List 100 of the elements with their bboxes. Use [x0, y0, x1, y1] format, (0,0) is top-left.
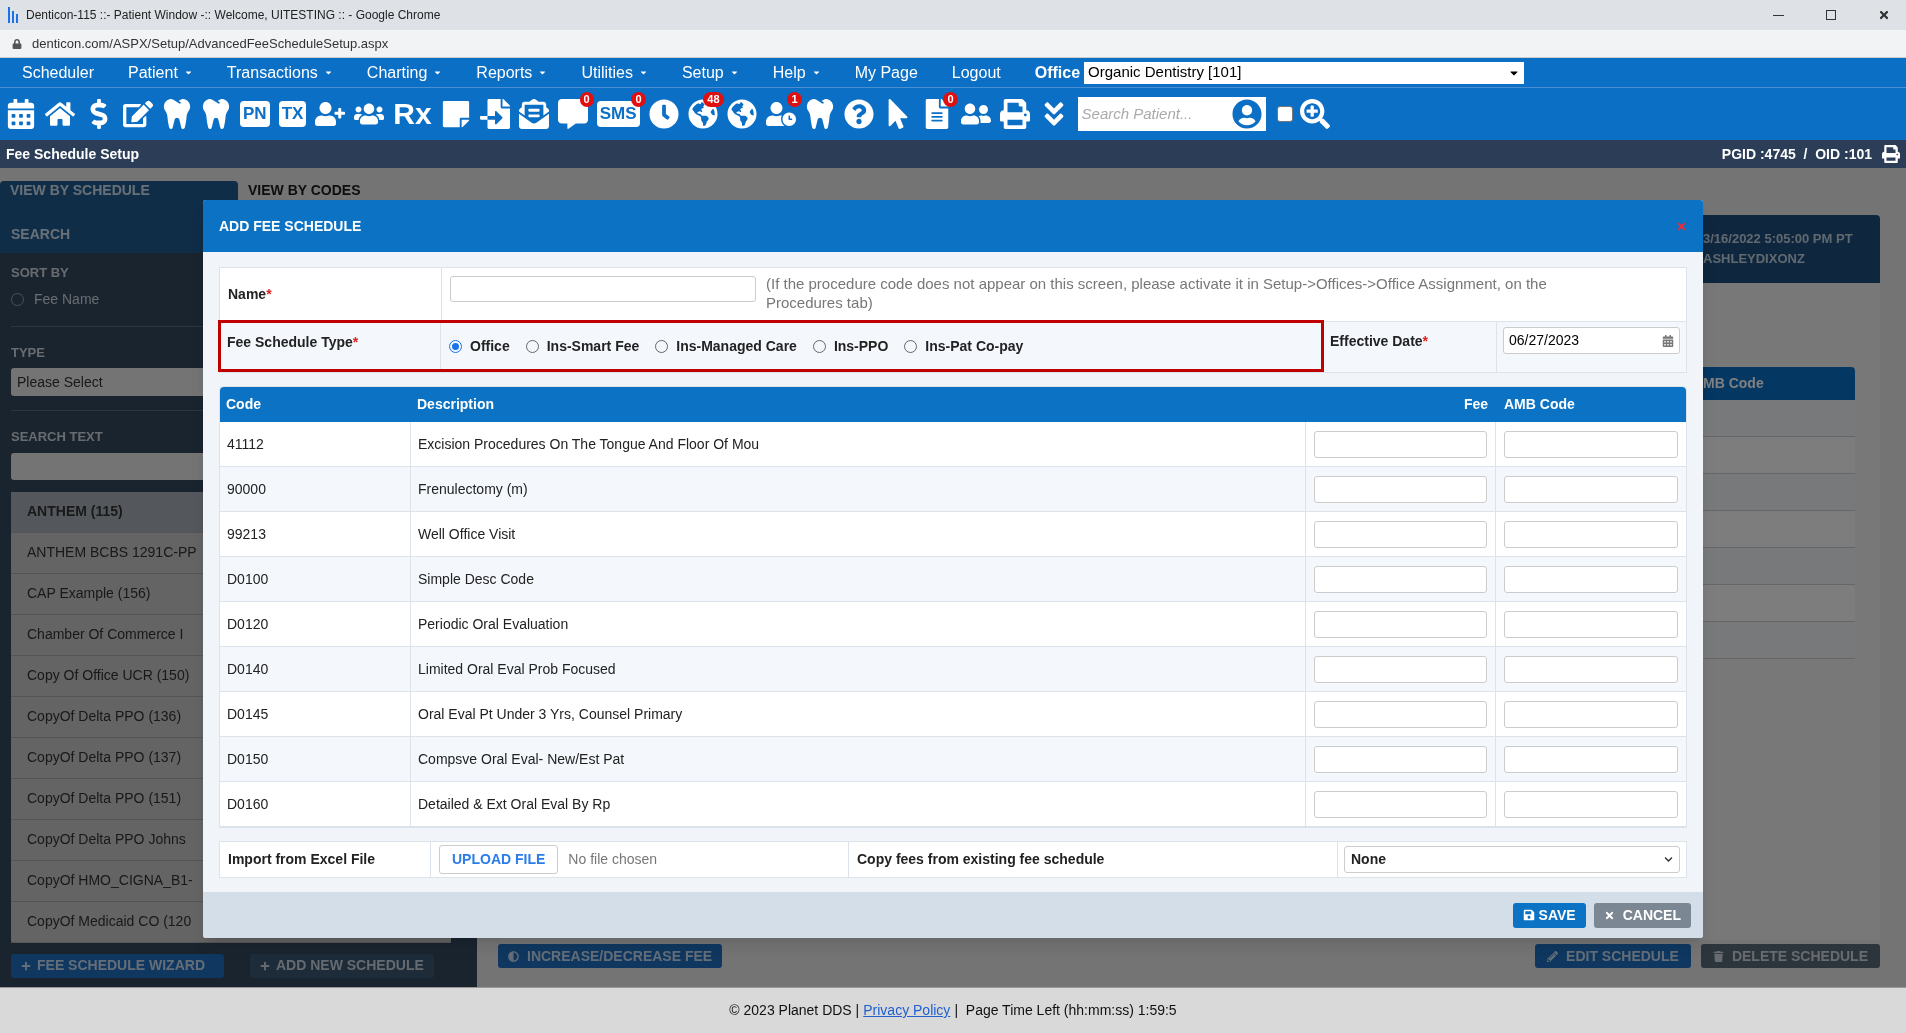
help-text: (If the procedure code does not appear on this screen, please activate it in Setup->Offices->Office Assignment, on the Procedures tab) — [766, 274, 1548, 312]
toolbar-button[interactable]: SMS 0 — [592, 94, 644, 134]
toolbar-button[interactable]: 0 — [553, 94, 592, 134]
code-cell: D0150 — [220, 737, 411, 781]
amb-code-field[interactable] — [1504, 610, 1678, 638]
menu-item[interactable]: Patient — [128, 60, 193, 85]
toolbar-button[interactable]: 1 — [761, 94, 800, 134]
menu-item[interactable]: Logout — [951, 60, 1001, 85]
code-cell: 41112 — [220, 422, 411, 466]
tab[interactable]: VIEW BY CODES — [238, 181, 371, 215]
file-status: No file chosen — [568, 850, 658, 869]
toolbar-button[interactable]: PN — [236, 94, 274, 134]
office-select[interactable]: Organic Dentistry [101] — [1084, 61, 1525, 84]
search-patient-input[interactable]: Search Patient... — [1077, 102, 1232, 126]
amb-code-field[interactable] — [1504, 745, 1678, 773]
search-text-label: SEARCH TEXT — [11, 428, 103, 446]
maximize-icon[interactable] — [1826, 10, 1836, 20]
search-patient-icon[interactable] — [1231, 99, 1262, 129]
upload-file-button[interactable]: UPLOAD FILE — [439, 845, 559, 874]
plus-icon — [21, 960, 31, 971]
home-icon — [45, 99, 75, 129]
tab[interactable]: VIEW BY SCHEDULE — [0, 181, 238, 215]
fee-field[interactable] — [1314, 430, 1487, 458]
menu-item[interactable]: Reports — [476, 60, 548, 85]
code-cell: D0160 — [220, 782, 411, 826]
menu-item[interactable]: Scheduler — [22, 60, 95, 85]
menu-item[interactable]: Charting — [366, 60, 443, 85]
checkbox[interactable] — [1276, 106, 1293, 122]
description-cell: Periodic Oral Evaluation — [411, 602, 1306, 646]
fee-field[interactable] — [1314, 475, 1487, 503]
amb-code-field[interactable] — [1504, 790, 1678, 818]
time-left-text: | Page Time Left (hh:mm:ss) 1:59:5 — [954, 1001, 1177, 1020]
menu-item[interactable]: Transactions — [226, 60, 333, 85]
amb-code-field[interactable] — [1504, 475, 1678, 503]
lock-icon — [12, 38, 22, 49]
fee-field[interactable] — [1314, 790, 1487, 818]
app-logo-icon — [8, 7, 18, 23]
fee-field[interactable] — [1314, 610, 1487, 638]
minimize-icon[interactable] — [1773, 14, 1784, 16]
chevron-icon — [1664, 855, 1673, 864]
office-label: Office — [1034, 62, 1081, 83]
window-title: Denticon-115 ::- Patient Window -:: Welcome, UITESTING :: - Google Chrome — [26, 7, 442, 24]
address-bar[interactable]: denticon.com/ASPX/Setup/AdvancedFeeScheduleSetup.aspx — [0, 30, 1906, 58]
amb-code-field[interactable] — [1504, 520, 1678, 548]
amb-code-field[interactable] — [1504, 655, 1678, 683]
document-icon — [479, 99, 510, 129]
toolbar-button[interactable]: 0 — [917, 94, 956, 134]
column-header: MB Code — [1703, 374, 1765, 393]
type-label: TYPE — [11, 343, 45, 362]
privacy-policy-link[interactable]: Privacy Policy — [863, 1000, 951, 1021]
fee-schedule-select[interactable]: None — [1344, 846, 1680, 873]
toolbar-button[interactable]: TX — [274, 94, 311, 134]
type-label: Fee Schedule Type* — [227, 333, 359, 352]
save-button[interactable]: SAVE — [1512, 902, 1586, 928]
name-field[interactable] — [450, 276, 756, 302]
fee-field[interactable] — [1314, 745, 1487, 773]
code-cell: D0140 — [220, 647, 411, 691]
menu-item[interactable]: My Page — [854, 60, 918, 85]
page-title: Fee Schedule Setup — [6, 144, 140, 164]
printer-icon[interactable] — [1882, 145, 1900, 163]
copy-label: Copy fees from existing fee schedule — [857, 850, 1105, 869]
caret-icon — [323, 68, 333, 77]
close-icon — [1603, 909, 1615, 921]
description-cell: Frenulectomy (m) — [411, 467, 1306, 511]
url-text: denticon.com/ASPX/Setup/AdvancedFeeScheduleSetup.aspx — [32, 34, 389, 53]
amb-code-field[interactable] — [1504, 700, 1678, 728]
caret-icon — [183, 68, 193, 77]
toolbar-button[interactable]: 48 — [683, 94, 722, 134]
office-value: Organic Dentistry [101] — [1088, 62, 1242, 83]
calendar-icon[interactable] — [1662, 334, 1674, 347]
select-value: None — [1351, 850, 1386, 869]
caret-icon — [811, 68, 821, 77]
search-heading: SEARCH — [11, 224, 71, 244]
radio-label: Ins-Smart Fee — [546, 336, 640, 356]
caret-icon — [433, 68, 443, 77]
printer-icon — [999, 99, 1030, 129]
radio-label: Ins-Pat Co-pay — [925, 336, 1024, 356]
group-search-icon[interactable] — [1299, 99, 1330, 129]
date-field[interactable]: 06/27/2023 — [1503, 327, 1680, 354]
amb-code-field[interactable] — [1504, 430, 1678, 458]
notification-count: 0 — [631, 92, 646, 107]
menu-item[interactable]: Help — [772, 60, 821, 85]
fee-field[interactable] — [1314, 565, 1487, 593]
add-schedule-button[interactable]: ADD NEW SCHEDULE — [250, 953, 434, 978]
fee-field[interactable] — [1314, 520, 1487, 548]
cancel-button[interactable]: CANCEL — [1593, 902, 1691, 928]
menu-item[interactable]: Utilities — [581, 60, 648, 85]
code-cell: D0145 — [220, 692, 411, 736]
close-icon[interactable] — [1878, 9, 1890, 21]
trash-icon — [1712, 950, 1724, 962]
notification-count: 0 — [579, 92, 594, 107]
note-icon — [440, 99, 471, 129]
caret-icon — [638, 68, 648, 77]
patient-search-field[interactable]: Search Patient... — [1077, 97, 1266, 131]
notification-count: 0 — [943, 92, 958, 107]
column-header: Description — [416, 395, 495, 414]
menu-item[interactable]: Setup — [681, 60, 739, 85]
fee-field[interactable] — [1314, 655, 1487, 683]
fee-field[interactable] — [1314, 700, 1487, 728]
amb-code-field[interactable] — [1504, 565, 1678, 593]
